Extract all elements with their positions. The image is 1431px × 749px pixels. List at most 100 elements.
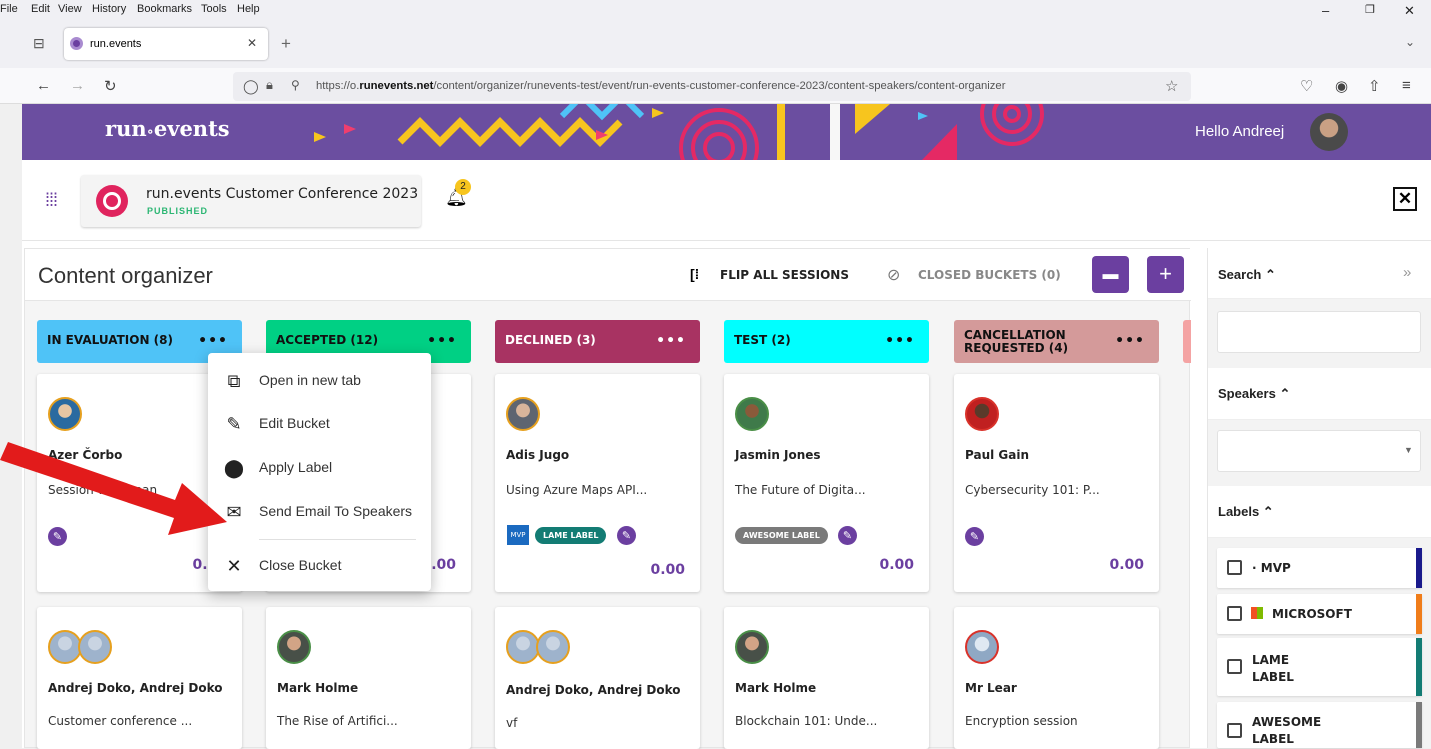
apps-grid-icon[interactable]: ⁞⁞⁞ bbox=[45, 190, 58, 211]
session-card[interactable]: Andrej Doko, Andrej Doko vf bbox=[495, 607, 700, 749]
pencil-icon: ✎ bbox=[226, 414, 242, 434]
speakers-section-header[interactable]: Speakers ⌃ bbox=[1208, 368, 1431, 420]
menu-edit-bucket[interactable]: ✎ Edit Bucket bbox=[208, 404, 431, 444]
extensions-icon[interactable]: ⇧ bbox=[1368, 77, 1381, 95]
account-icon[interactable]: ◉ bbox=[1335, 77, 1348, 95]
checkbox[interactable] bbox=[1227, 560, 1242, 575]
speaker-avatar bbox=[506, 630, 540, 664]
minimize-icon[interactable]: – bbox=[1322, 3, 1329, 18]
session-card[interactable]: Mark Holme The Rise of Artifici... bbox=[266, 607, 471, 749]
closed-buckets-button[interactable]: CLOSED BUCKETS (0) bbox=[918, 268, 1061, 282]
menu-view[interactable]: View bbox=[58, 3, 82, 15]
more-icon[interactable]: ••• bbox=[198, 333, 228, 349]
menu-edit[interactable]: Edit bbox=[31, 3, 50, 15]
filter-sidebar: Search ⌃ » Speakers ⌃ ▼ Labels ⌃ · MVP M… bbox=[1207, 248, 1431, 748]
more-icon[interactable]: ••• bbox=[656, 333, 686, 349]
speaker-name: Mark Holme bbox=[735, 681, 817, 695]
shield-icon: ◯ bbox=[243, 78, 259, 94]
site-banner: run∘events Hello Andreej bbox=[22, 104, 1431, 160]
restore-icon[interactable]: ❐ bbox=[1365, 3, 1375, 16]
new-tab-icon[interactable]: + bbox=[281, 34, 291, 54]
label-filter-awesome[interactable]: AWESOME LABEL bbox=[1217, 702, 1422, 748]
browser-menubar: File Edit View History Bookmarks Tools H… bbox=[0, 0, 1431, 20]
session-title: Customer conference ... bbox=[48, 714, 193, 728]
column-test[interactable]: TEST (2) ••• bbox=[724, 320, 929, 363]
label-name: AWESOME LABEL bbox=[1252, 715, 1322, 746]
label-pill: AWESOME LABEL bbox=[735, 527, 828, 544]
checkbox[interactable] bbox=[1227, 606, 1242, 621]
checkbox[interactable] bbox=[1227, 659, 1242, 674]
column-title: ACCEPTED (12) bbox=[276, 333, 379, 347]
label-pill: LAME LABEL bbox=[535, 527, 607, 544]
column-title: CANCELLATION REQUESTED (4) bbox=[964, 328, 1069, 355]
event-status: PUBLISHED bbox=[147, 206, 209, 216]
edit-icon[interactable]: ✎ bbox=[617, 526, 636, 545]
tab-list-icon[interactable]: ⊟ bbox=[33, 35, 45, 52]
edit-icon[interactable]: ✎ bbox=[965, 527, 984, 546]
session-card[interactable]: Mr Lear Encryption session bbox=[954, 607, 1159, 749]
search-input[interactable] bbox=[1217, 311, 1421, 353]
more-icon[interactable]: ••• bbox=[885, 333, 915, 349]
session-card[interactable]: Paul Gain Cybersecurity 101: P... ✎ 0.00 bbox=[954, 374, 1159, 592]
menu-help[interactable]: Help bbox=[237, 3, 260, 15]
bookmark-star-icon[interactable]: ☆ bbox=[1165, 77, 1178, 95]
column-cancellation-requested[interactable]: CANCELLATION REQUESTED (4) ••• bbox=[954, 320, 1159, 363]
speaker-avatar bbox=[965, 630, 999, 664]
search-section-header[interactable]: Search ⌃ » bbox=[1208, 248, 1431, 299]
session-card[interactable]: Mark Holme Blockchain 101: Unde... bbox=[724, 607, 929, 749]
tab-runevents[interactable]: run.events ✕ bbox=[64, 28, 268, 60]
url-bar[interactable]: ◯ 🔒︎ ⚲ https://o.runevents.net/content/o… bbox=[233, 72, 1191, 101]
label-filter-lame[interactable]: LAME LABEL bbox=[1217, 638, 1422, 696]
label-filter-mvp[interactable]: · MVP bbox=[1217, 548, 1422, 588]
session-title: vf bbox=[506, 716, 518, 730]
labels-section-header[interactable]: Labels ⌃ bbox=[1208, 486, 1431, 538]
speaker-avatar bbox=[735, 630, 769, 664]
close-organizer-icon[interactable]: ✕ bbox=[1393, 187, 1417, 211]
chevron-down-icon[interactable]: ⌄ bbox=[1405, 35, 1415, 49]
tab-close-icon[interactable]: ✕ bbox=[247, 36, 257, 50]
chat-button[interactable]: ▬ bbox=[1092, 256, 1129, 293]
more-icon[interactable]: ••• bbox=[1115, 333, 1145, 349]
menu-tools[interactable]: Tools bbox=[201, 3, 227, 15]
session-card[interactable]: Andrej Doko, Andrej Doko Customer confer… bbox=[37, 607, 242, 749]
back-icon[interactable]: ← bbox=[36, 77, 51, 94]
greeting-text: Hello Andreej bbox=[1195, 123, 1285, 140]
user-avatar[interactable] bbox=[1310, 113, 1348, 151]
session-title: Encryption session bbox=[965, 714, 1078, 728]
add-button[interactable]: + bbox=[1147, 256, 1184, 293]
close-window-icon[interactable]: ✕ bbox=[1404, 3, 1415, 19]
page-title: Content organizer bbox=[38, 263, 213, 288]
menu-bookmarks[interactable]: Bookmarks bbox=[137, 3, 192, 15]
runevents-logo[interactable]: run∘events bbox=[105, 116, 230, 141]
hamburger-menu-icon[interactable]: ≡ bbox=[1402, 77, 1411, 94]
forward-icon[interactable]: → bbox=[70, 77, 85, 94]
annotation-arrow bbox=[0, 442, 227, 535]
speaker-avatar bbox=[78, 630, 112, 664]
menu-file[interactable]: File bbox=[0, 3, 18, 15]
speakers-select[interactable]: ▼ bbox=[1217, 430, 1421, 472]
organizer-header: Content organizer [⁞ FLIP ALL SESSIONS ⊘… bbox=[25, 249, 1191, 301]
flip-all-sessions-button[interactable]: FLIP ALL SESSIONS bbox=[720, 268, 849, 282]
menu-open-new-tab[interactable]: ⧉ Open in new tab bbox=[208, 361, 431, 401]
url-text: https://o.runevents.net/content/organize… bbox=[316, 80, 1006, 92]
session-card[interactable]: Adis Jugo Using Azure Maps API... MVP LA… bbox=[495, 374, 700, 592]
menu-history[interactable]: History bbox=[92, 3, 126, 15]
speakers-title: Speakers ⌃ bbox=[1218, 386, 1291, 401]
column-declined[interactable]: DECLINED (3) ••• bbox=[495, 320, 700, 363]
edit-icon[interactable]: ✎ bbox=[838, 526, 857, 545]
speaker-name: Andrej Doko, Andrej Doko bbox=[48, 681, 223, 695]
microsoft-logo-icon bbox=[1251, 607, 1263, 619]
pocket-icon[interactable]: ♡ bbox=[1300, 77, 1313, 95]
label-filter-microsoft[interactable]: MICROSOFT bbox=[1217, 594, 1422, 634]
session-title: The Future of Digita... bbox=[735, 483, 866, 497]
event-logo-icon bbox=[96, 185, 128, 217]
search-title: Search ⌃ bbox=[1218, 267, 1276, 282]
speaker-name: Jasmin Jones bbox=[735, 448, 821, 462]
checkbox[interactable] bbox=[1227, 723, 1242, 738]
reload-icon[interactable]: ↻ bbox=[104, 77, 117, 95]
session-card[interactable]: Jasmin Jones The Future of Digita... AWE… bbox=[724, 374, 929, 592]
collapse-sidebar-icon[interactable]: » bbox=[1403, 264, 1411, 281]
more-icon[interactable]: ••• bbox=[427, 333, 457, 349]
flip-icon[interactable]: [⁞ bbox=[690, 266, 699, 282]
event-selector[interactable]: run.events Customer Conference 2023 PUBL… bbox=[81, 175, 421, 227]
